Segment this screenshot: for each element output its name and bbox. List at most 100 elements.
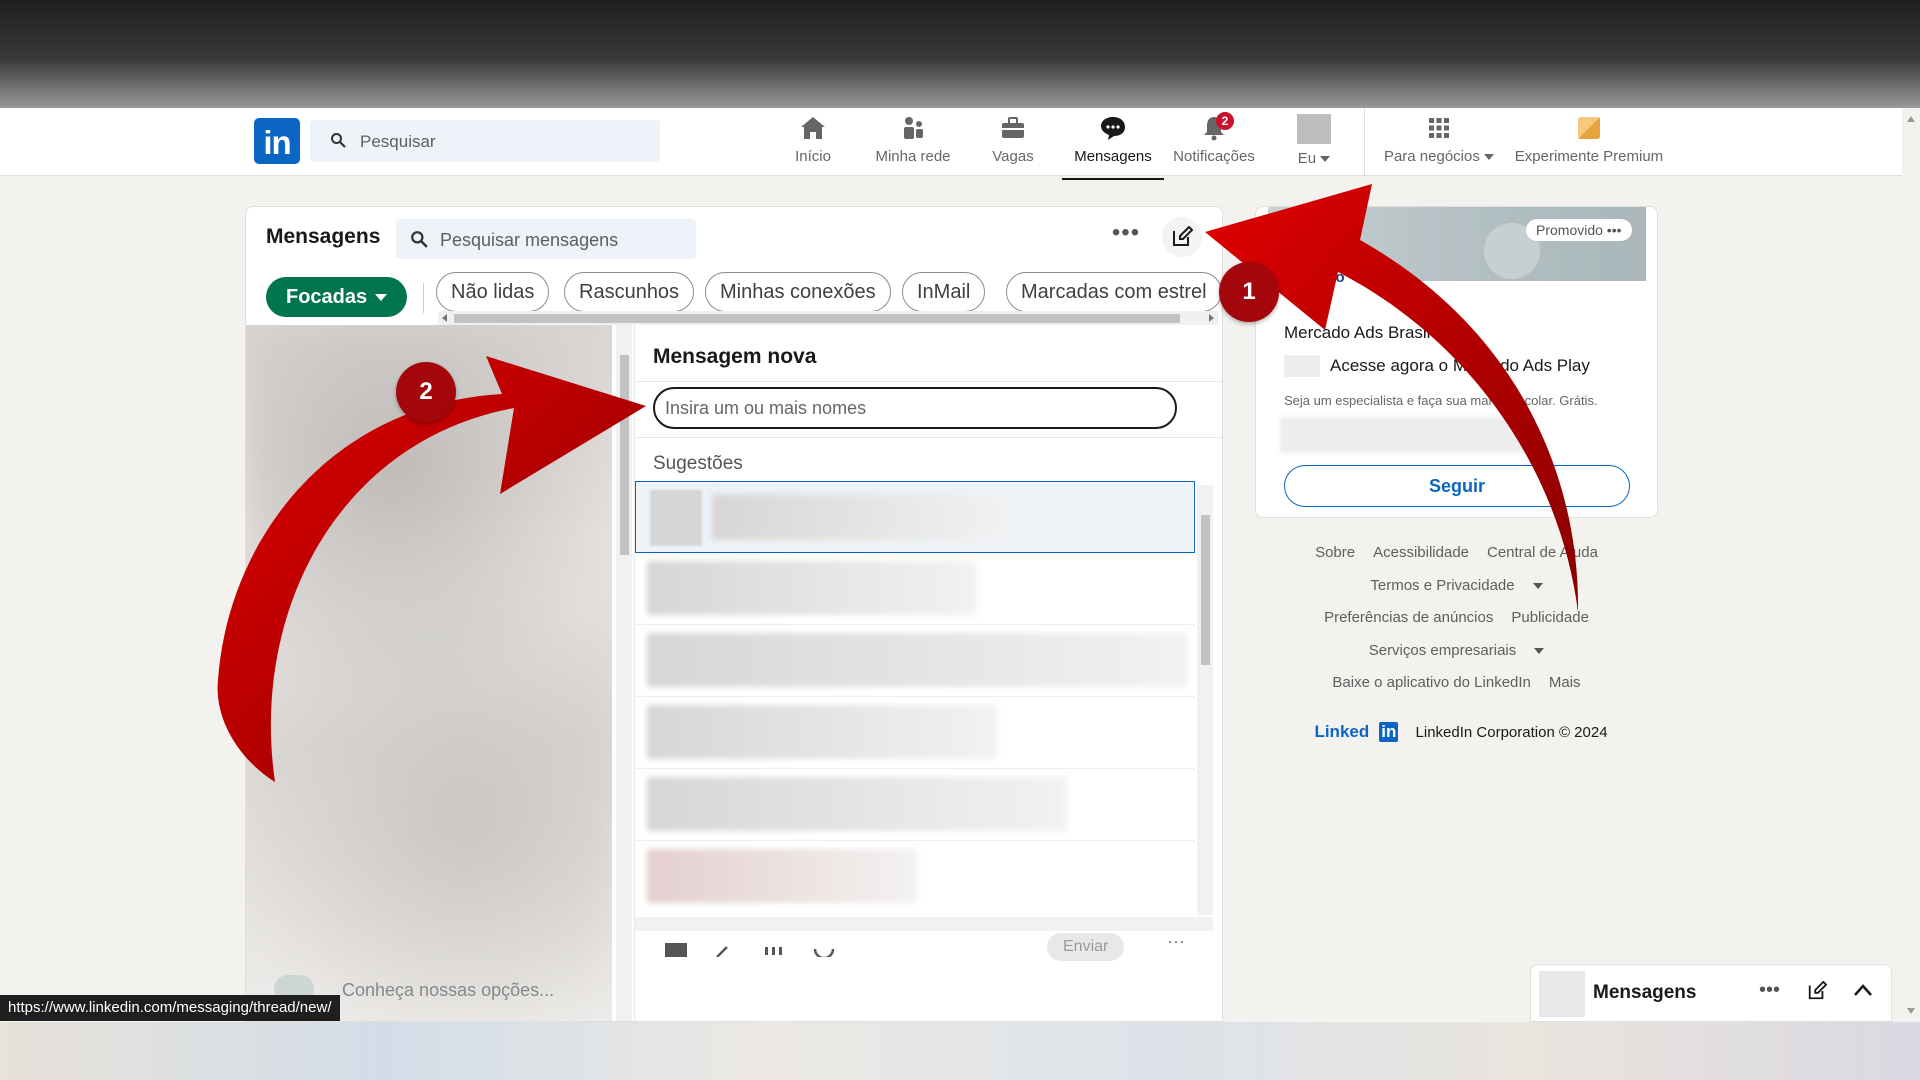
global-search[interactable]: Pesquisar xyxy=(310,120,660,162)
footer-link-about[interactable]: Sobre xyxy=(1315,544,1355,561)
suggestion-item[interactable] xyxy=(635,625,1195,697)
footer-link-more[interactable]: Mais xyxy=(1549,674,1581,691)
compose-toolbar xyxy=(653,937,1213,967)
grid-icon xyxy=(1429,118,1449,138)
scrollbar-thumb[interactable] xyxy=(1201,515,1210,665)
filter-inmail[interactable]: InMail xyxy=(902,272,986,312)
nav-messaging-label: Mensagens xyxy=(1074,148,1152,165)
follow-button[interactable]: Seguir xyxy=(1284,465,1630,507)
suggestion-item[interactable] xyxy=(635,841,1195,911)
more-options-button[interactable]: ••• xyxy=(1106,221,1146,253)
chevron-down-icon xyxy=(1320,156,1331,163)
suggestion-item[interactable] xyxy=(635,481,1195,553)
nav-business[interactable]: Para negócios xyxy=(1378,114,1500,174)
conversation-list-scrollbar[interactable] xyxy=(616,325,632,1021)
messaging-header: Mensagens Pesquisar mensagens ••• xyxy=(246,207,1222,267)
search-icon xyxy=(411,231,428,248)
messages-search[interactable]: Pesquisar mensagens xyxy=(396,219,696,259)
nav-premium[interactable]: Experimente Premium xyxy=(1512,114,1666,174)
scrollbar-thumb[interactable] xyxy=(620,355,629,555)
ad-company-name[interactable]: Mercado Ads Brasil xyxy=(1284,323,1430,343)
footer-link-ad-preferences[interactable]: Preferências de anúncios xyxy=(1324,609,1493,626)
step-badge-1: 1 xyxy=(1219,262,1279,322)
compose-icon xyxy=(1173,226,1193,246)
chevron-down-icon xyxy=(1534,648,1545,655)
footer-row: Termos e Privacidade xyxy=(1255,577,1658,594)
chevron-down-icon xyxy=(1532,583,1543,590)
home-icon xyxy=(801,117,825,139)
filter-divider xyxy=(423,283,424,313)
image-icon[interactable] xyxy=(663,937,689,957)
nav-jobs[interactable]: Vagas xyxy=(990,114,1036,174)
linkedin-logo[interactable]: in xyxy=(254,118,300,164)
compose-message-button[interactable] xyxy=(1162,217,1202,257)
blurred-name xyxy=(647,849,917,903)
gif-icon[interactable] xyxy=(761,937,787,957)
scroll-up-arrow[interactable] xyxy=(1907,116,1915,122)
emoji-icon[interactable] xyxy=(811,937,837,957)
suggestion-item[interactable] xyxy=(635,769,1195,841)
scroll-left-arrow[interactable] xyxy=(442,314,447,322)
nav-premium-label: Experimente Premium xyxy=(1514,148,1664,165)
nav-messaging[interactable]: Mensagens xyxy=(1062,114,1164,180)
bottom-background-band xyxy=(0,1022,1920,1080)
top-background-band xyxy=(0,0,1920,108)
search-icon xyxy=(331,133,346,148)
scroll-down-arrow[interactable] xyxy=(1907,1008,1915,1014)
suggestion-item[interactable] xyxy=(635,553,1195,625)
send-button[interactable]: Enviar xyxy=(1047,933,1125,961)
footer-link-terms[interactable]: Termos e Privacidade xyxy=(1361,577,1551,594)
nav-me[interactable]: Eu xyxy=(1292,114,1336,174)
ad-description: Seja um especialista e faça sua marca de… xyxy=(1284,393,1598,408)
promoted-label[interactable]: Promovido ••• xyxy=(1526,219,1632,241)
filter-drafts[interactable]: Rascunhos xyxy=(564,272,695,312)
footer-link-help[interactable]: Central de Ajuda xyxy=(1487,544,1598,561)
compose-more-button[interactable]: ··· xyxy=(1167,931,1185,952)
attach-icon[interactable] xyxy=(711,937,737,957)
footer-row: Serviços empresariais xyxy=(1255,642,1658,659)
messaging-icon xyxy=(1101,117,1125,140)
messaging-minibar[interactable]: Mensagens ••• xyxy=(1530,964,1892,1022)
scroll-right-arrow[interactable] xyxy=(1209,314,1214,322)
divider xyxy=(635,381,1222,382)
footer-link-business-services[interactable]: Serviços empresariais xyxy=(1360,642,1554,659)
filter-unread[interactable]: Não lidas xyxy=(436,272,550,312)
conversation-list[interactable]: Conheça nossas opções... xyxy=(246,325,612,1021)
filters-scrollbar[interactable] xyxy=(438,311,1218,325)
scrollbar-thumb[interactable] xyxy=(454,314,1180,323)
blurred-conversations xyxy=(246,325,612,1021)
chevron-up-icon[interactable] xyxy=(1853,983,1873,997)
filter-focused-dropdown[interactable]: Focadas xyxy=(266,277,408,317)
nav-notifications[interactable]: 2 Notificações xyxy=(1170,112,1258,174)
compose-horizontal-scrollbar[interactable] xyxy=(635,917,1213,931)
jobs-icon xyxy=(1002,117,1024,138)
nav-network-label: Minha rede xyxy=(875,148,951,165)
compose-icon[interactable] xyxy=(1807,981,1827,1001)
footer-row: Sobre Acessibilidade Central de Ajuda xyxy=(1255,544,1658,561)
nav-home[interactable]: Início xyxy=(792,114,834,174)
chevron-down-icon xyxy=(375,294,388,302)
status-bar-url: https://www.linkedin.com/messaging/threa… xyxy=(0,995,340,1021)
ad-image-placeholder xyxy=(1280,417,1530,453)
nav-network[interactable]: Minha rede xyxy=(872,114,954,174)
blurred-name xyxy=(712,494,1012,540)
suggestions-list xyxy=(635,481,1195,911)
suggestion-item[interactable] xyxy=(635,697,1195,769)
recipient-input[interactable] xyxy=(653,387,1177,429)
suggestions-scrollbar[interactable] xyxy=(1197,485,1213,915)
message-filters: Focadas Não lidas Rascunhos Minhas conex… xyxy=(246,267,1222,317)
footer-copyright: Linked in LinkedIn Corporation © 2024 xyxy=(1255,722,1658,742)
filter-starred[interactable]: Marcadas com estrel xyxy=(1006,272,1222,312)
messaging-panel: Mensagens Pesquisar mensagens ••• Focada… xyxy=(245,206,1223,1022)
page-scrollbar[interactable] xyxy=(1902,108,1920,1022)
footer-link-advertising[interactable]: Publicidade xyxy=(1511,609,1589,626)
chevron-down-icon xyxy=(1484,154,1495,161)
minibar-more-button[interactable]: ••• xyxy=(1759,979,1780,1002)
company-logo[interactable]: ado xyxy=(1272,217,1356,313)
conversation-teaser: Conheça nossas opções... xyxy=(342,980,555,1000)
footer-link-get-app[interactable]: Baixe o aplicativo do LinkedIn xyxy=(1332,674,1530,691)
footer-link-accessibility[interactable]: Acessibilidade xyxy=(1373,544,1469,561)
premium-icon xyxy=(1578,117,1600,139)
company-logo-text: ado xyxy=(1318,269,1345,286)
filter-my-connections[interactable]: Minhas conexões xyxy=(705,272,891,312)
